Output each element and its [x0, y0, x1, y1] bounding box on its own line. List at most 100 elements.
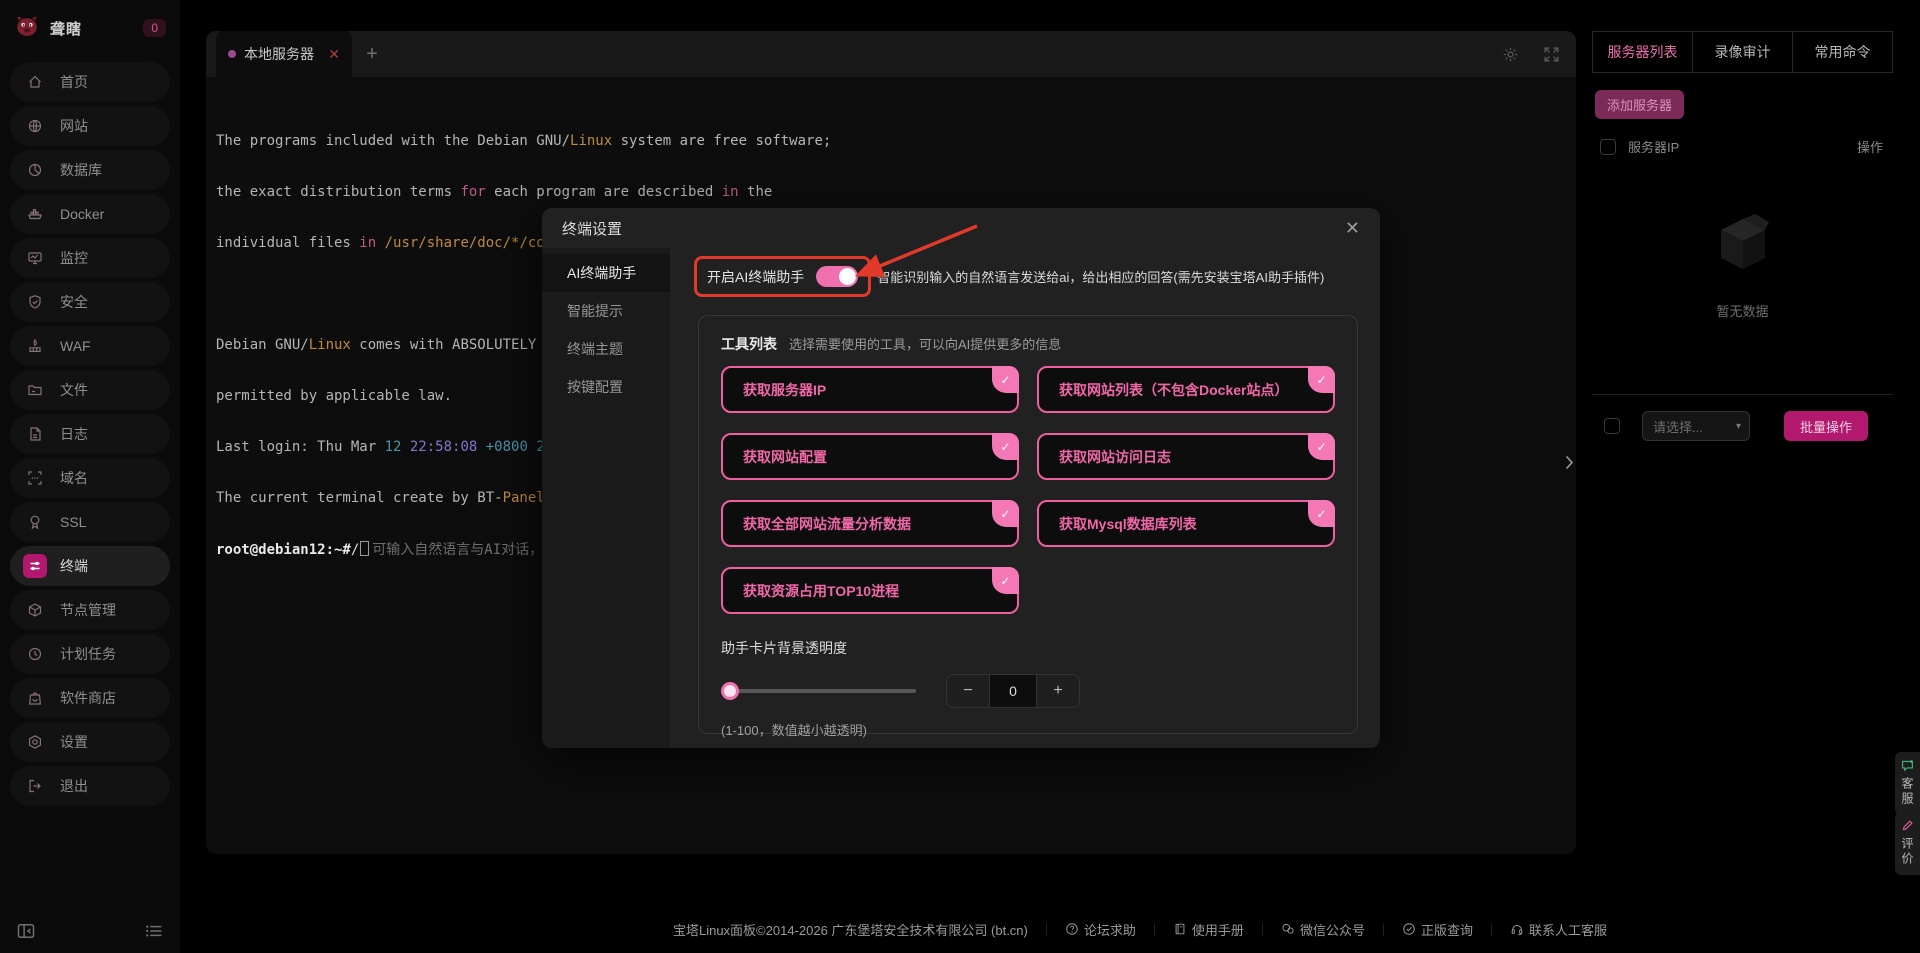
footer-link-support[interactable]: 联系人工客服	[1510, 920, 1607, 939]
empty-state: 暂无数据	[1592, 160, 1893, 372]
fullscreen-icon[interactable]	[1543, 46, 1560, 63]
batch-select-checkbox[interactable]	[1604, 418, 1620, 434]
brand-name: 聋瞎	[50, 18, 82, 39]
plus-button[interactable]: +	[1037, 675, 1079, 707]
terminal-line: the exact distribution terms for each pr…	[216, 184, 1576, 201]
footer-link-label: 正版查询	[1421, 920, 1473, 939]
ai-assistant-toggle[interactable]	[816, 266, 858, 287]
sidebar-item-domain[interactable]: 域名	[10, 458, 170, 498]
toggle-knob	[839, 268, 856, 285]
footer-separator: ｜	[1377, 920, 1390, 939]
terminal-cursor	[360, 541, 369, 556]
tab-server-list[interactable]: 服务器列表	[1593, 32, 1693, 72]
sidebar-item-label: 终端	[60, 556, 88, 576]
terminal-line: The programs included with the Debian GN…	[216, 133, 1576, 150]
headset-icon	[1510, 922, 1524, 936]
sidebar-item-label: 退出	[60, 776, 88, 796]
settings-icon	[23, 730, 47, 754]
sidebar-item-label: 安全	[60, 292, 88, 312]
sidebar: 聋瞎 0 首页 网站 数据库 Docker 监控 安全 WAF	[0, 0, 180, 953]
sidebar-item-label: SSL	[60, 514, 86, 530]
annotation-red-box: 开启AI终端助手	[694, 256, 871, 297]
tool-get-top10-processes[interactable]: 获取资源占用TOP10进程✓	[721, 567, 1019, 614]
nav-terminal-theme[interactable]: 终端主题	[542, 330, 670, 368]
tool-get-site-access-logs[interactable]: 获取网站访问日志✓	[1037, 433, 1335, 480]
question-circle-icon	[1065, 922, 1079, 936]
tool-get-mysql-databases[interactable]: 获取Mysql数据库列表✓	[1037, 500, 1335, 547]
opacity-value: 0	[989, 675, 1037, 707]
terminal-settings-modal: 终端设置 ✕ AI终端助手 智能提示 终端主题 按键配置 开启AI终端助手 智能…	[542, 208, 1380, 748]
sidebar-item-waf[interactable]: WAF	[10, 326, 170, 366]
footer-link-forum[interactable]: 论坛求助	[1065, 920, 1136, 939]
sidebar-item-logout[interactable]: 退出	[10, 766, 170, 806]
tool-get-site-config[interactable]: 获取网站配置✓	[721, 433, 1019, 480]
sidebar-item-nodes[interactable]: 节点管理	[10, 590, 170, 630]
clock-icon	[23, 642, 47, 666]
sidebar-item-security[interactable]: 安全	[10, 282, 170, 322]
toggle-description: 智能识别输入的自然语言发送给ai，给出相应的回答(需先安装宝塔AI助手插件)	[877, 267, 1324, 286]
feedback-edge-button[interactable]: 评价	[1895, 812, 1920, 875]
tool-label: 获取网站配置	[743, 447, 827, 467]
tool-get-server-ip[interactable]: 获取服务器IP✓	[721, 366, 1019, 413]
nav-smart-tips[interactable]: 智能提示	[542, 292, 670, 330]
sidebar-item-terminal[interactable]: 终端	[10, 546, 170, 586]
sidebar-item-files[interactable]: 文件	[10, 370, 170, 410]
brand-row: 聋瞎 0	[0, 0, 180, 56]
slider-knob[interactable]	[721, 682, 739, 700]
empty-box-icon	[1707, 213, 1779, 275]
tab-local-server[interactable]: 本地服务器 ✕	[216, 31, 352, 77]
expand-panel-chevron-icon[interactable]	[1565, 455, 1574, 475]
batch-operation-button[interactable]: 批量操作	[1784, 411, 1868, 441]
add-server-button[interactable]: 添加服务器	[1595, 90, 1684, 119]
sidebar-item-website[interactable]: 网站	[10, 106, 170, 146]
gear-icon[interactable]	[1502, 46, 1519, 63]
nav-ai-terminal-assistant[interactable]: AI终端助手	[542, 254, 670, 292]
tool-get-traffic-analytics[interactable]: 获取全部网站流量分析数据✓	[721, 500, 1019, 547]
footer: 宝塔Linux面板©2014-2026 广东堡塔安全技术有限公司 (bt.cn)…	[360, 905, 1920, 953]
chevron-down-icon: ▾	[1736, 421, 1741, 432]
sidebar-item-logs[interactable]: 日志	[10, 414, 170, 454]
tool-get-site-list[interactable]: 获取网站列表（不包含Docker站点）✓	[1037, 366, 1335, 413]
footer-link-genuine-check[interactable]: 正版查询	[1402, 920, 1473, 939]
check-badge-icon: ✓	[1308, 500, 1335, 527]
tab-common-commands[interactable]: 常用命令	[1793, 32, 1892, 72]
empty-text: 暂无数据	[1716, 301, 1768, 320]
sidebar-item-settings[interactable]: 设置	[10, 722, 170, 762]
tab-recording-audit[interactable]: 录像审计	[1693, 32, 1793, 72]
support-chat-icon	[1901, 759, 1914, 772]
nav-key-config[interactable]: 按键配置	[542, 368, 670, 406]
footer-link-wechat[interactable]: 微信公众号	[1281, 920, 1365, 939]
batch-action-select[interactable]: 请选择... ▾	[1642, 411, 1750, 441]
right-panel-tabs: 服务器列表 录像审计 常用命令	[1592, 31, 1893, 73]
message-count-badge[interactable]: 0	[143, 19, 166, 37]
close-icon[interactable]: ✕	[1345, 218, 1360, 239]
monitor-icon	[23, 246, 47, 270]
minus-button[interactable]: −	[947, 675, 989, 707]
pencil-icon	[1901, 819, 1914, 832]
server-side-panel: 服务器列表 录像审计 常用命令 添加服务器 服务器IP 操作 暂无数据 请选择.…	[1592, 31, 1893, 441]
sidebar-item-cron[interactable]: 计划任务	[10, 634, 170, 674]
footer-link-manual[interactable]: 使用手册	[1173, 920, 1244, 939]
sidebar-item-appstore[interactable]: 软件商店	[10, 678, 170, 718]
tools-header: 工具列表 选择需要使用的工具，可以向AI提供更多的信息	[721, 334, 1335, 354]
tab-close-icon[interactable]: ✕	[328, 46, 340, 63]
logout-icon	[23, 774, 47, 798]
new-tab-button[interactable]: +	[352, 43, 392, 66]
sidebar-item-monitor[interactable]: 监控	[10, 238, 170, 278]
list-menu-icon[interactable]	[144, 921, 164, 941]
tool-label: 获取网站访问日志	[1059, 447, 1171, 467]
customer-service-edge-button[interactable]: 客服	[1895, 752, 1920, 815]
firewall-icon	[23, 334, 47, 358]
sidebar-item-docker[interactable]: Docker	[10, 194, 170, 234]
sidebar-item-database[interactable]: 数据库	[10, 150, 170, 190]
sidebar-item-home[interactable]: 首页	[10, 62, 170, 102]
collapse-sidebar-icon[interactable]	[16, 921, 36, 941]
slider-track[interactable]	[721, 689, 916, 693]
select-all-checkbox[interactable]	[1600, 139, 1616, 155]
server-table-header: 服务器IP 操作	[1592, 137, 1893, 156]
sidebar-item-ssl[interactable]: SSL	[10, 502, 170, 542]
opacity-stepper: − 0 +	[946, 674, 1080, 708]
folder-icon	[23, 378, 47, 402]
log-file-icon	[23, 422, 47, 446]
footer-separator: ｜	[1148, 920, 1161, 939]
